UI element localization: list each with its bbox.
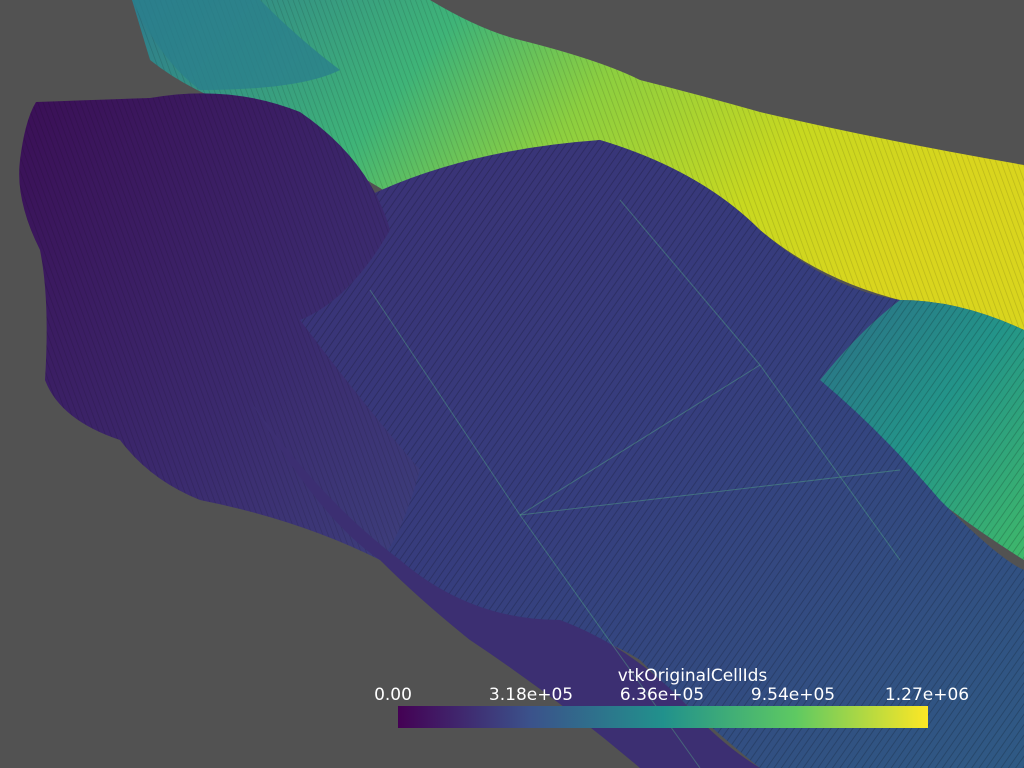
scalar-bar-title: vtkOriginalCellIds xyxy=(617,666,768,686)
scalar-bar-label-min: 0.00 xyxy=(374,685,412,705)
scalar-bar-colormap xyxy=(398,706,928,728)
scalar-bar-label-max: 1.27e+06 xyxy=(884,685,970,705)
3d-render-viewport[interactable] xyxy=(0,0,1024,768)
scalar-bar-label-4: 9.54e+05 xyxy=(750,685,836,705)
scalar-bar-label-2: 3.18e+05 xyxy=(488,685,574,705)
scalar-bar-labels: 0.00 3.18e+05 6.36e+05 9.54e+05 1.27e+06 xyxy=(360,684,970,706)
voxel-mesh xyxy=(19,0,1024,768)
scalar-bar-label-3: 6.36e+05 xyxy=(619,685,705,705)
scalar-bar-legend: vtkOriginalCellIds 0.00 3.18e+05 6.36e+0… xyxy=(360,666,970,736)
